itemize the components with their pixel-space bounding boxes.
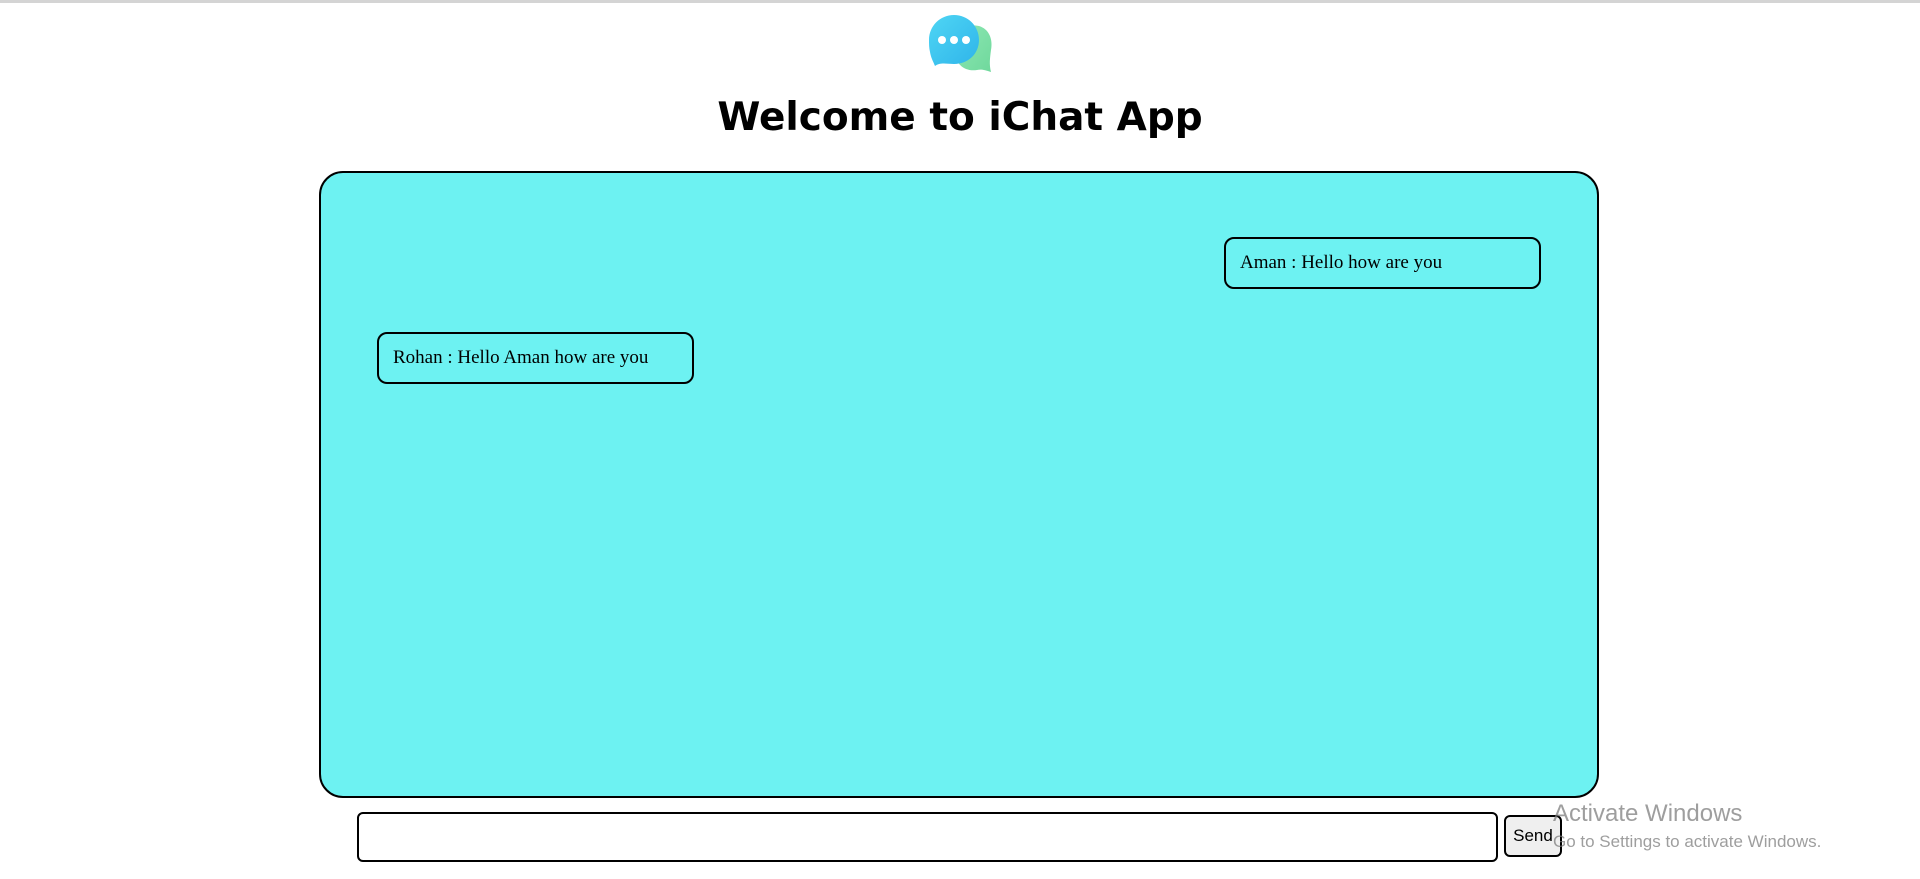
- send-form: Send: [357, 812, 1562, 862]
- watermark-subtitle: Go to Settings to activate Windows.: [1553, 832, 1822, 851]
- chat-bubbles-icon: [925, 12, 993, 78]
- message-aman: Aman : Hello how are you: [1224, 237, 1541, 289]
- chat-container[interactable]: Aman : Hello how are you Rohan : Hello A…: [319, 171, 1599, 798]
- message-input[interactable]: [357, 812, 1498, 862]
- top-border: [0, 0, 1920, 3]
- page-title: Welcome to iChat App: [717, 95, 1203, 140]
- watermark-title: Activate Windows: [1553, 800, 1743, 827]
- message-rohan: Rohan : Hello Aman how are you: [377, 332, 694, 384]
- send-button[interactable]: Send: [1504, 815, 1562, 857]
- windows-activation-watermark: Activate Windows Go to Settings to activ…: [1553, 798, 1821, 854]
